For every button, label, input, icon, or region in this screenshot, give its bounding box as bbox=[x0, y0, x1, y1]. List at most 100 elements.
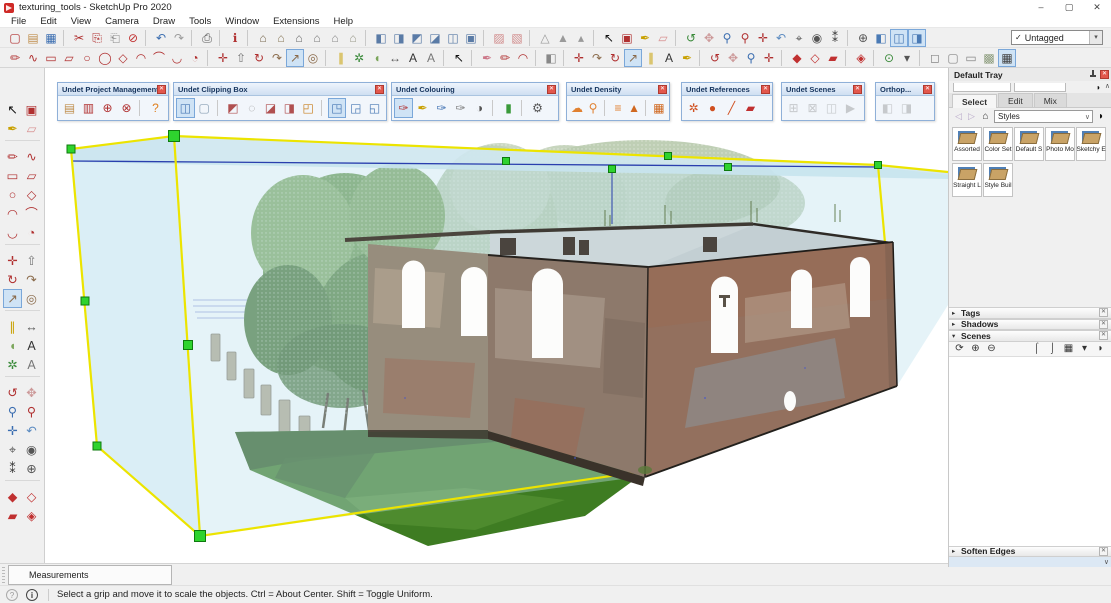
make-component-icon[interactable]: ▣ bbox=[618, 29, 636, 47]
tape-measure-icon[interactable]: ∥ bbox=[332, 49, 350, 67]
tags-panel-header[interactable]: ▸ Tags ✕ bbox=[949, 307, 1111, 319]
pin-icon[interactable] bbox=[1089, 70, 1097, 80]
details-arrow-icon[interactable]: ◗ bbox=[1095, 111, 1107, 122]
solid-trim-icon[interactable]: ◫ bbox=[444, 29, 462, 47]
undet-box-align-icon[interactable]: ◱ bbox=[365, 98, 384, 118]
undet-colour-classification-icon[interactable]: ✑ bbox=[451, 98, 470, 118]
style-wireframe-icon[interactable]: ▢ bbox=[944, 49, 962, 67]
section-cuts-tool-icon[interactable]: ◈ bbox=[22, 506, 41, 525]
close-icon[interactable]: ✕ bbox=[547, 85, 556, 94]
close-icon[interactable]: ✕ bbox=[1099, 331, 1108, 340]
camera-target-tool-icon[interactable]: ⊕ bbox=[22, 459, 41, 478]
section-display-icon[interactable]: ◇ bbox=[806, 49, 824, 67]
erase-icon[interactable]: ⊘ bbox=[124, 29, 142, 47]
two-point-arc-icon[interactable]: ⌒ bbox=[150, 49, 168, 67]
section-fill-tool-icon[interactable]: ▰ bbox=[3, 506, 22, 525]
tray-scroll-down-icon[interactable]: ∨ bbox=[1104, 558, 1111, 566]
three-d-text-icon[interactable]: A bbox=[422, 49, 440, 67]
arc-flyout-icon[interactable]: ◠ bbox=[514, 49, 532, 67]
tray-scroll-strip[interactable]: ∨ bbox=[949, 557, 1111, 567]
undet-clip-section-icon[interactable]: ◪ bbox=[261, 98, 280, 118]
text-tool-icon[interactable]: A bbox=[22, 336, 41, 355]
close-icon[interactable]: ✕ bbox=[923, 85, 932, 94]
undet-ref-point-icon[interactable]: ● bbox=[703, 98, 722, 118]
dimensions-tool-icon[interactable]: ↔ bbox=[22, 317, 41, 336]
three-point-arc-tool-icon[interactable]: ◡ bbox=[3, 223, 22, 242]
undet-scene-add-icon[interactable]: ⊞ bbox=[784, 98, 803, 118]
axes-tool-icon[interactable]: ✲ bbox=[3, 355, 22, 374]
rotated-rectangle-icon[interactable]: ▱ bbox=[60, 49, 78, 67]
tag-filter-combobox[interactable]: ✓ Untagged ▾ bbox=[1011, 30, 1103, 45]
undet-colour-settings-icon[interactable]: ⚙ bbox=[528, 98, 547, 118]
style-textured-icon[interactable]: ▦ bbox=[998, 49, 1016, 67]
scale-tool-icon[interactable]: ↗ bbox=[3, 289, 22, 308]
make-component-tool-icon[interactable]: ▣ bbox=[22, 100, 41, 119]
arc-icon[interactable]: ◠ bbox=[132, 49, 150, 67]
select-tool-icon[interactable]: ↖ bbox=[3, 100, 22, 119]
eraser-tool-icon[interactable]: ▱ bbox=[22, 119, 41, 138]
undet-box-scale-icon[interactable]: ◳ bbox=[328, 98, 347, 118]
close-icon[interactable]: ✕ bbox=[375, 85, 384, 94]
undet-help-icon[interactable]: ? bbox=[146, 98, 165, 118]
tape-measure-tool-icon[interactable]: ∥ bbox=[3, 317, 22, 336]
soften-edges-panel-header[interactable]: ▸ Soften Edges ✕ bbox=[949, 546, 1111, 558]
circle-tool-icon[interactable]: ○ bbox=[3, 185, 22, 204]
rotate-icon[interactable]: ↻ bbox=[250, 49, 268, 67]
in-model-icon[interactable]: ⌂ bbox=[979, 111, 992, 122]
menu-window[interactable]: Window bbox=[218, 16, 266, 27]
view-options-icon[interactable]: ▦ bbox=[1062, 343, 1075, 354]
view-front-icon[interactable]: ⌂ bbox=[290, 29, 308, 47]
text-2-icon[interactable]: A bbox=[660, 49, 678, 67]
back-arrow-icon[interactable]: ◁ bbox=[953, 111, 964, 122]
solid-split-icon[interactable]: ▣ bbox=[462, 29, 480, 47]
styles-category-select[interactable]: Styles ∨ bbox=[994, 110, 1093, 123]
save-icon[interactable]: ▦ bbox=[42, 29, 60, 47]
section-display-tool-icon[interactable]: ◇ bbox=[22, 487, 41, 506]
scale-2-icon[interactable]: ↗ bbox=[624, 49, 642, 67]
undet-colour-intensity-icon[interactable]: ✒ bbox=[413, 98, 432, 118]
rotated-rectangle-tool-icon[interactable]: ▱ bbox=[22, 166, 41, 185]
close-icon[interactable]: ✕ bbox=[853, 85, 862, 94]
undet-clip-reset-icon[interactable]: ◰ bbox=[299, 98, 318, 118]
zoom-extents-tool-icon[interactable]: ✛ bbox=[3, 421, 22, 440]
face-style-flyout-icon[interactable]: ◧ bbox=[542, 49, 560, 67]
tab-edit[interactable]: Edit bbox=[998, 93, 1033, 107]
rectangle-tool-icon[interactable]: ▭ bbox=[3, 166, 22, 185]
stamp-icon[interactable]: ▲ bbox=[554, 29, 572, 47]
polygon-tool-icon[interactable]: ◇ bbox=[22, 185, 41, 204]
undet-ortho-2-icon[interactable]: ◨ bbox=[897, 98, 916, 118]
solid-intersect-icon[interactable]: ◨ bbox=[390, 29, 408, 47]
zoom-previous-tool-icon[interactable]: ↶ bbox=[22, 421, 41, 440]
viewport-scene[interactable] bbox=[45, 68, 948, 563]
orbit-2-icon[interactable]: ↺ bbox=[706, 49, 724, 67]
style-folder-default[interactable]: Default S bbox=[1014, 127, 1044, 161]
freehand-icon[interactable]: ∿ bbox=[24, 49, 42, 67]
style-folder-straight-lines[interactable]: Straight L bbox=[952, 163, 982, 197]
tray-close-icon[interactable]: ✕ bbox=[1100, 70, 1109, 79]
dimensions-icon[interactable]: ↔ bbox=[386, 49, 404, 67]
paste-icon[interactable]: ⎗ bbox=[106, 29, 124, 47]
undet-colour-single-icon[interactable]: ◑ bbox=[470, 98, 489, 118]
ellipse-icon[interactable]: ◯ bbox=[96, 49, 114, 67]
tray-scroll-up-icon[interactable]: ∧ bbox=[1105, 82, 1110, 90]
close-icon[interactable]: ✕ bbox=[1099, 547, 1108, 556]
undet-ortho-1-icon[interactable]: ◧ bbox=[878, 98, 897, 118]
undet-cloud-preview-icon[interactable]: ⚲ bbox=[585, 98, 601, 118]
add-location-icon[interactable]: ⊙ bbox=[880, 49, 898, 67]
pencil-flyout-icon[interactable]: ✏ bbox=[496, 49, 514, 67]
smoove-icon[interactable]: △ bbox=[536, 29, 554, 47]
styles-name-field[interactable] bbox=[953, 83, 1011, 92]
undet-scene-delete-icon[interactable]: ⊠ bbox=[803, 98, 822, 118]
undet-colour-rgb-icon[interactable]: ✑ bbox=[394, 98, 413, 118]
rotate-tool-icon[interactable]: ↻ bbox=[3, 270, 22, 289]
walk-icon[interactable]: ⁑ bbox=[826, 29, 844, 47]
add-location-dropdown-icon[interactable]: ▾ bbox=[898, 49, 916, 67]
arc-tool-icon[interactable]: ◠ bbox=[3, 204, 22, 223]
style-folder-assorted[interactable]: Assorted bbox=[952, 127, 982, 161]
tape-measure-2-icon[interactable]: ∥ bbox=[642, 49, 660, 67]
sandbox-from-scratch-icon[interactable]: ▧ bbox=[508, 29, 526, 47]
paint-bucket-icon[interactable]: ✒ bbox=[636, 29, 654, 47]
menu-tools[interactable]: Tools bbox=[182, 16, 218, 27]
undet-colour-range-icon[interactable]: ▮ bbox=[499, 98, 518, 118]
scene-details-icon[interactable]: ◗ bbox=[1094, 343, 1107, 354]
